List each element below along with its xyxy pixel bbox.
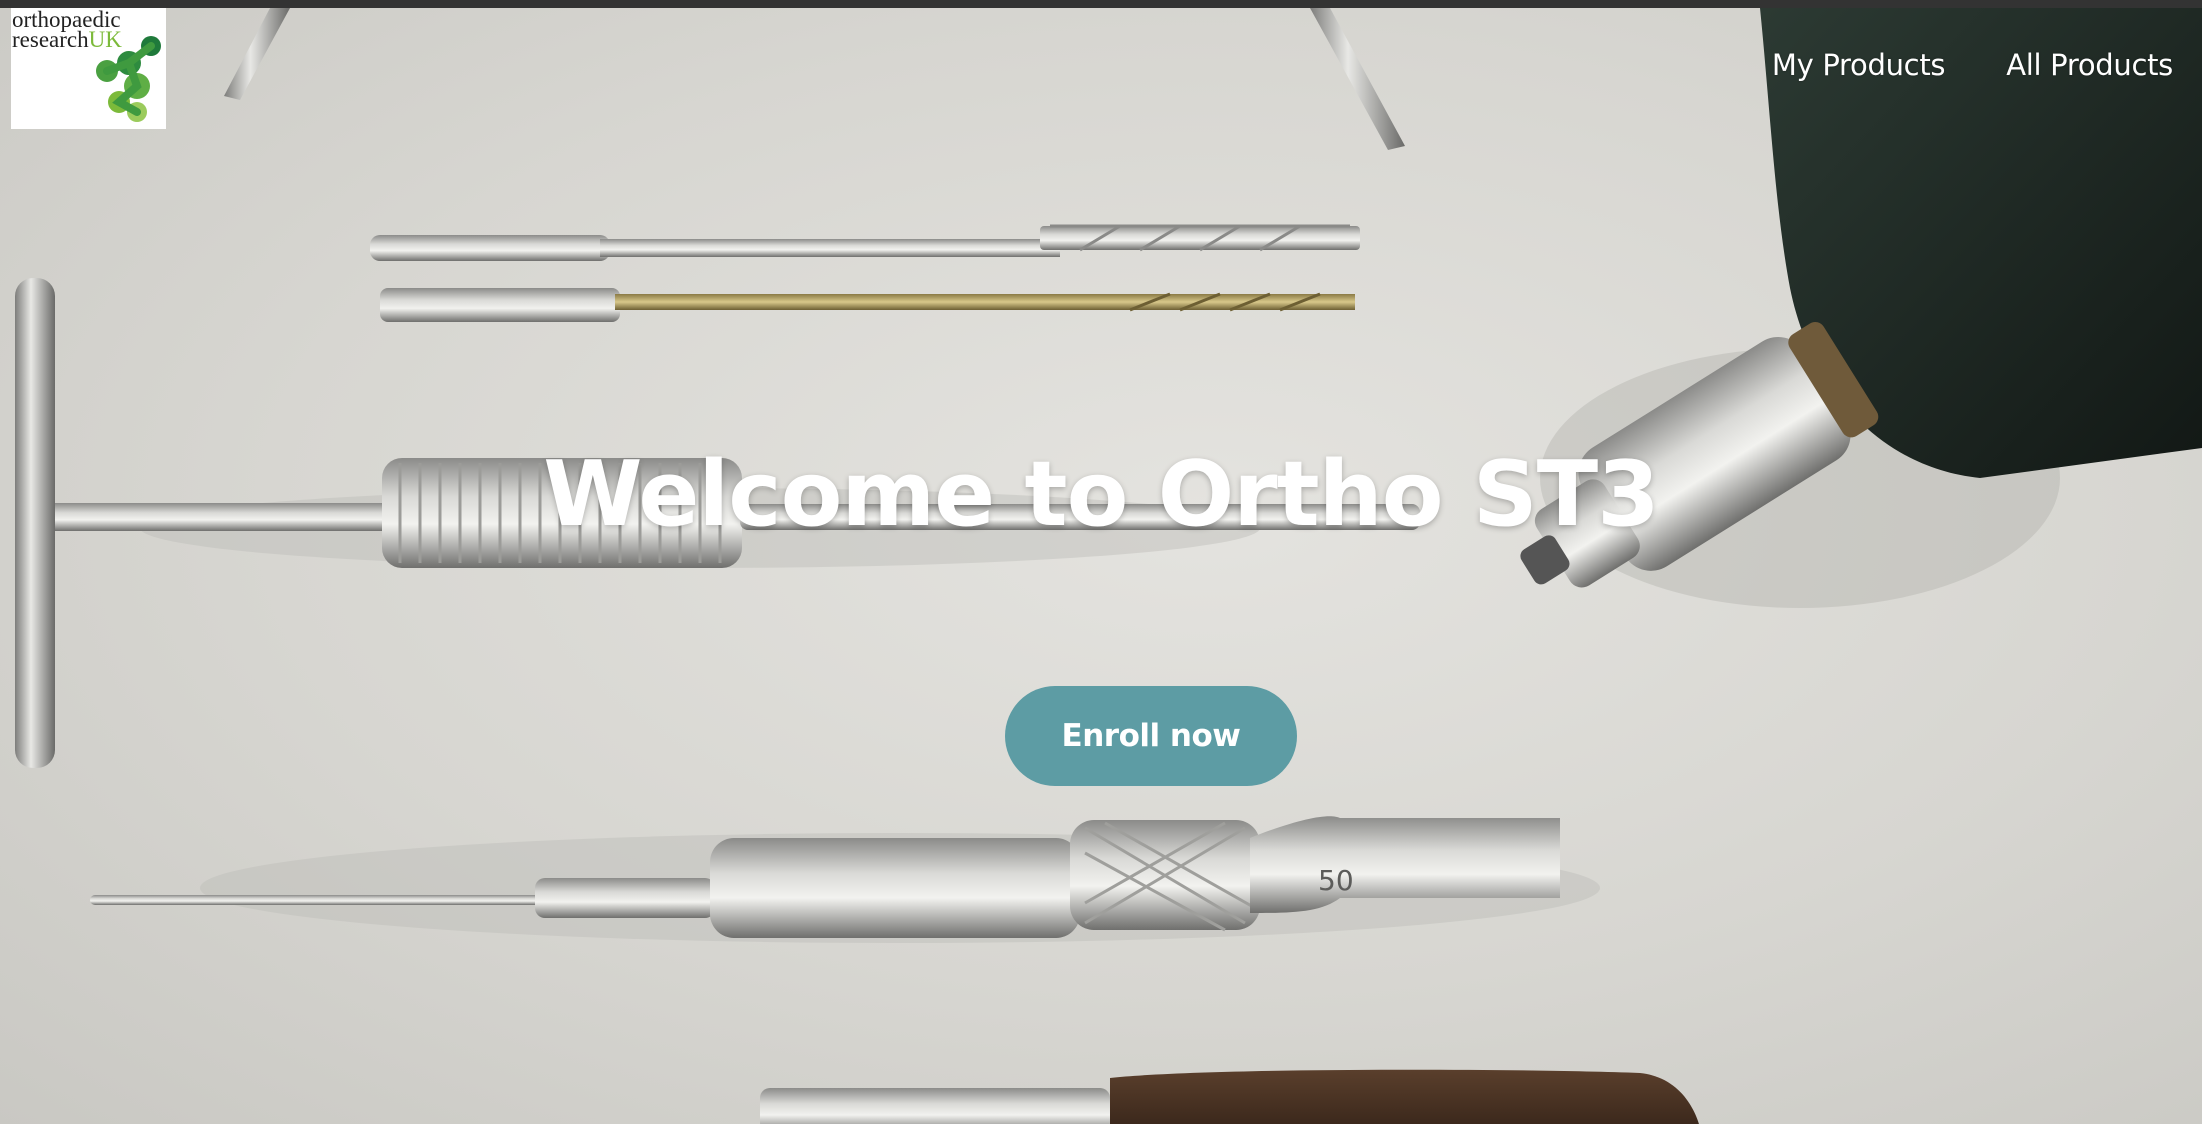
- page: 50 orthopaedic researchUK My Products Al…: [0, 0, 2202, 1128]
- svg-text:50: 50: [1318, 864, 1354, 897]
- top-bar: [0, 0, 2202, 8]
- logo-wordmark: orthopaedic researchUK: [12, 8, 122, 52]
- nav-my-products[interactable]: My Products: [1772, 48, 1946, 82]
- nav-all-products[interactable]: All Products: [2006, 48, 2173, 82]
- main-nav: My Products All Products: [1772, 48, 2173, 82]
- orthopaedic-research-uk-logo[interactable]: orthopaedic researchUK: [11, 8, 166, 129]
- logo-line-2: research: [12, 27, 89, 52]
- logo-uk: UK: [88, 27, 122, 52]
- surgical-instruments-illustration: 50: [15, 8, 2202, 1128]
- hero-bottom-edge: [0, 1124, 2202, 1128]
- enroll-now-button[interactable]: Enroll now: [1005, 686, 1297, 786]
- hero-background-image: 50: [0, 8, 2202, 1128]
- hero-title: Welcome to Ortho ST3: [543, 442, 1659, 547]
